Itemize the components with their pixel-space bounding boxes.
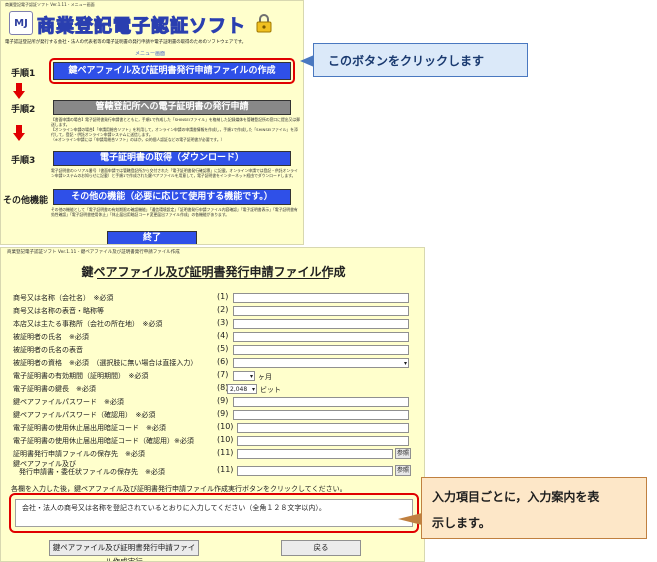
company-name-input[interactable] xyxy=(233,293,409,303)
company-reading-input[interactable] xyxy=(233,306,409,316)
other-functions-label: その他機能 xyxy=(3,196,49,206)
step3-note: 電子証明書のシリアル番号（書面申請では管轄登記所から交付された「電子証明書発行確… xyxy=(51,168,298,178)
request-file-dest-input[interactable] xyxy=(237,449,393,459)
exit-button[interactable]: 終了 xyxy=(107,231,197,244)
holder-title-select[interactable]: ▾ xyxy=(233,358,409,368)
highlight-frame xyxy=(49,58,295,84)
field-label-suspension-code-confirm: 電子証明書の使用休止届出用暗証コード（確認用）※必須 xyxy=(13,437,194,445)
field-number: (10) xyxy=(217,422,234,431)
field-number: (11) xyxy=(217,448,234,457)
menu-caption: メニュー画面 xyxy=(135,51,166,57)
field-label-holder-reading: 被証明者の氏名の表音 xyxy=(13,346,83,354)
field-number: (9) xyxy=(217,396,229,405)
field-number: (11) xyxy=(217,465,234,474)
field-label-holder-name: 被証明者の氏名 ※必須 xyxy=(13,333,89,341)
download-certificate-button[interactable]: 電子証明書の取得（ダウンロード） xyxy=(53,151,291,166)
field-label-key-length: 電子証明書の鍵長 ※必須 xyxy=(13,385,96,393)
down-arrow-icon xyxy=(13,83,25,99)
head-office-input[interactable] xyxy=(233,319,409,329)
menu-window-titlebar: 商業登記電子認証ソフト Ver.1.11 - メニュー画面 xyxy=(1,1,303,9)
field-label-keypair-password-confirm: 鍵ペアファイルパスワード（確認用） ※必須 xyxy=(13,411,156,419)
field-number: (1) xyxy=(217,292,229,301)
field-label-keypair-password: 鍵ペアファイルパスワード ※必須 xyxy=(13,398,124,406)
key-length-select[interactable]: 2,048 ▾ xyxy=(227,384,257,394)
other-functions-button[interactable]: その他の機能（必要に応じて使用する機能です。） xyxy=(53,189,291,205)
brand-header: MJ 商業登記電子認証ソフト xyxy=(9,11,299,38)
menu-window: 商業登記電子認証ソフト Ver.1.11 - メニュー画面 MJ 商業登記電子認… xyxy=(0,0,304,245)
keypair-password-confirm-input[interactable] xyxy=(233,410,409,420)
field-label-holder-title: 被証明者の資格 ※必須 （選択肢に無い場合は直接入力） xyxy=(13,359,198,367)
chevron-down-icon[interactable]: ▾ xyxy=(250,372,253,381)
validity-unit: ヶ月 xyxy=(258,373,272,381)
chevron-down-icon[interactable]: ▾ xyxy=(404,359,407,368)
title-underline xyxy=(97,278,329,279)
issue-request-button: 管轄登記所への電子証明書の発行申請 xyxy=(53,100,291,115)
back-button[interactable]: 戻る xyxy=(281,540,361,556)
field-label-company-reading: 商号又は名称の表音・略称等 xyxy=(13,307,104,315)
create-files-execute-button[interactable]: 鍵ペアファイル及び証明書発行申請ファイル作成実行 xyxy=(49,540,199,561)
field-label-head-office: 本店又は主たる事務所（会社の所在地） ※必須 xyxy=(13,320,163,328)
field-label-request-file-dest: 証明書発行申請ファイルの保存先 ※必須 xyxy=(13,450,145,458)
field-number: (3) xyxy=(217,318,229,327)
step2-note: 【書面申請の場合】電子証明書発行申請書とともに，手順1で作成した「SHINSEI… xyxy=(51,117,300,142)
form-window-titlebar: 商業登記電子認証ソフト Ver.1.11 - 鍵ペアファイル及び証明書発行申請フ… xyxy=(7,250,180,255)
input-guide-frame: 会社・法人の商号又は名称を登記されているとおりに入力してください（全角１２８文字… xyxy=(9,493,419,533)
field-number: (10) xyxy=(217,435,234,444)
validity-select[interactable]: ▾ xyxy=(233,371,255,381)
app-description: 電子認証登記所が発行する会社・法人の代表者等の電子証明書の発行申請や電子証明書の… xyxy=(5,40,247,45)
field-label-keypair-dest-2: 発行申請書・委任状ファイルの保存先 ※必須 xyxy=(19,468,165,476)
key-length-value: 2,048 xyxy=(230,386,248,393)
field-number: (2) xyxy=(217,305,229,314)
step1-label: 手順1 xyxy=(11,69,36,79)
step2-label: 手順2 xyxy=(11,105,36,115)
step3-label: 手順3 xyxy=(11,156,36,166)
browse-button[interactable]: 参照 xyxy=(395,465,411,476)
field-number: (4) xyxy=(217,331,229,340)
app-title: 商業登記電子認証ソフト xyxy=(37,16,246,38)
chevron-down-icon[interactable]: ▾ xyxy=(252,385,255,394)
other-functions-note: その他の機能として「電子証明書の有効期限の確認機能」「通信環境設定」「証明書発行… xyxy=(51,207,298,217)
field-label-validity: 電子証明書の有効期間（証明期間） ※必須 xyxy=(13,372,149,380)
field-label-suspension-code: 電子証明書の使用休止届出用暗証コード ※必須 xyxy=(13,424,166,432)
app-logo: MJ xyxy=(9,11,33,35)
input-guide-area: 会社・法人の商号又は名称を登記されているとおりに入力してください（全角１２８文字… xyxy=(15,499,413,527)
suspension-code-input[interactable] xyxy=(237,423,409,433)
lock-icon xyxy=(256,14,272,33)
key-length-unit: ビット xyxy=(260,386,281,394)
field-label-company-name: 商号又は名称（会社名） ※必須 xyxy=(13,294,114,302)
callout-click-instruction: このボタンをクリックします xyxy=(313,43,528,77)
keypair-dest-input[interactable] xyxy=(237,466,393,476)
callout-pointer xyxy=(398,513,422,525)
callout-guide-explanation: 入力項目ごとに，入力案内を表 示します。 xyxy=(421,477,647,539)
field-number: (7) xyxy=(217,370,229,379)
field-number: (9) xyxy=(217,409,229,418)
field-number: (6) xyxy=(217,357,229,366)
down-arrow-icon xyxy=(13,125,25,141)
holder-reading-input[interactable] xyxy=(233,345,409,355)
holder-name-input[interactable] xyxy=(233,332,409,342)
form-window: 商業登記電子認証ソフト Ver.1.11 - 鍵ペアファイル及び証明書発行申請フ… xyxy=(0,247,425,562)
keypair-password-input[interactable] xyxy=(233,397,409,407)
suspension-code-confirm-input[interactable] xyxy=(237,436,409,446)
browse-button[interactable]: 参照 xyxy=(395,448,411,459)
field-number: (5) xyxy=(217,344,229,353)
callout-pointer xyxy=(300,55,314,67)
